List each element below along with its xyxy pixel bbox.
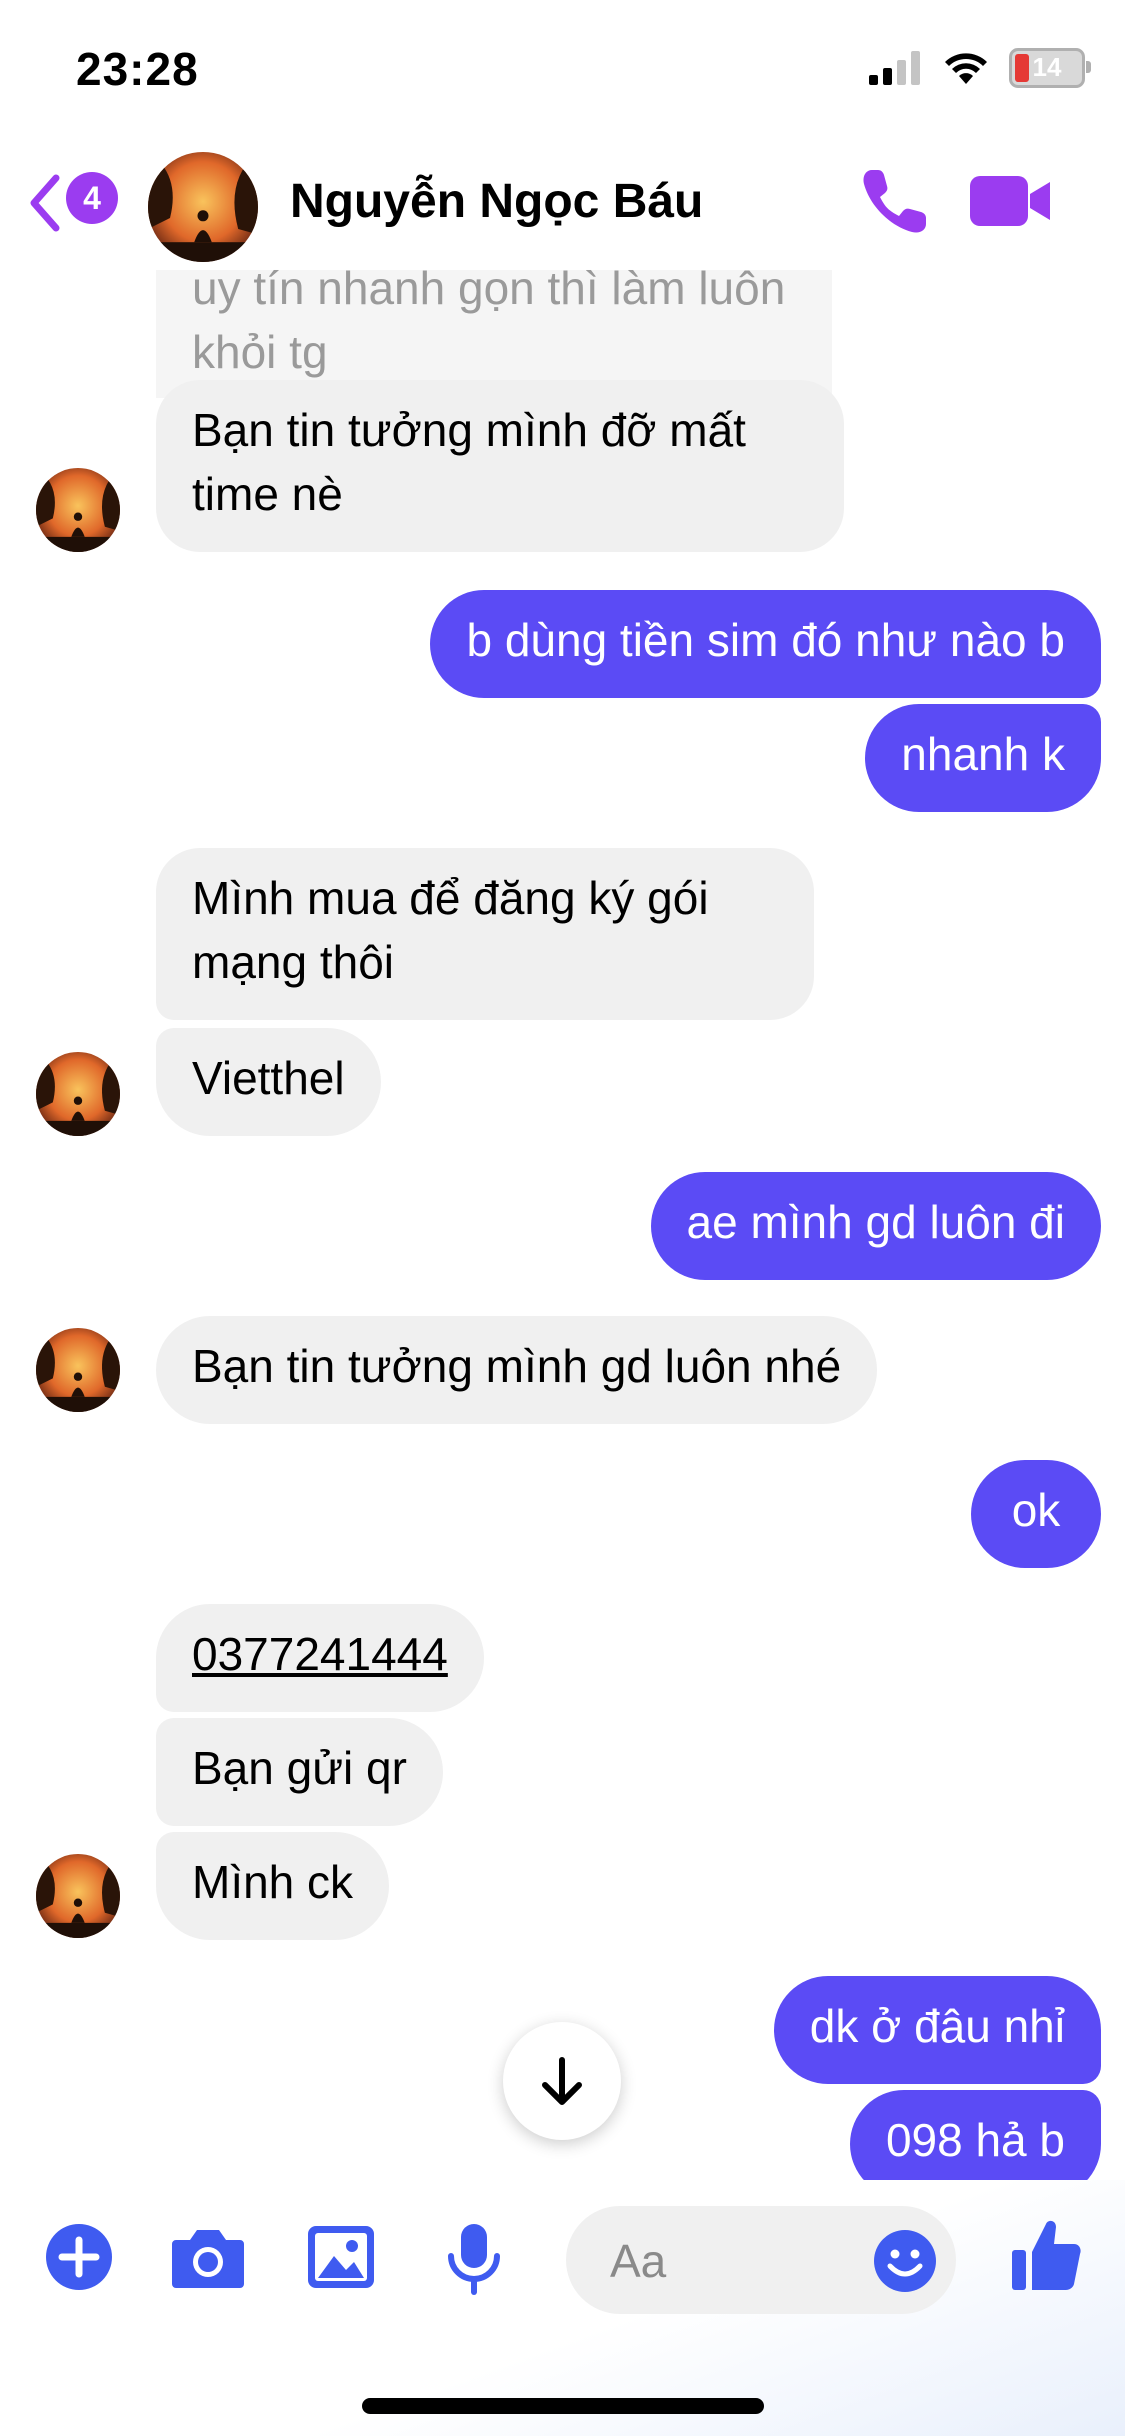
plus-button[interactable] [44, 2222, 114, 2297]
thumbs-up-icon [1012, 2220, 1081, 2290]
message-text: Bạn gửi qr [192, 1742, 407, 1794]
contact-avatar-image [148, 152, 258, 262]
battery-icon: 14 [1009, 48, 1091, 88]
sender-avatar-image [36, 468, 120, 552]
sender-avatar[interactable] [36, 468, 120, 552]
chat-header: 4 Nguyễn Ngọc Báu [0, 140, 1125, 270]
sender-avatar[interactable] [36, 1328, 120, 1412]
sender-avatar-image [36, 1854, 120, 1938]
camera-button[interactable] [170, 2222, 246, 2297]
message-bubble-incoming[interactable]: Bạn tin tưởng mình đỡ mất time nè [156, 380, 844, 552]
message-text: 098 hả b [885, 2114, 1065, 2166]
video-camera-icon [970, 176, 1050, 226]
message-bubble-incoming[interactable]: Bạn gửi qr [156, 1718, 443, 1826]
message-input[interactable]: Aa [566, 2206, 956, 2314]
cellular-signal-icon [869, 51, 920, 85]
message-text: dk ở đâu nhỉ [809, 2000, 1065, 2052]
sender-avatar[interactable] [36, 1854, 120, 1938]
status-icons: 14 [869, 48, 1091, 88]
message-bubble-outgoing[interactable]: nhanh k [865, 704, 1101, 812]
camera-icon [172, 2230, 244, 2288]
message-bubble-incoming[interactable]: Vietthel [156, 1028, 381, 1136]
message-bubble-outgoing[interactable]: dk ở đâu nhỉ [773, 1976, 1101, 2084]
emoji-button[interactable] [872, 2228, 938, 2299]
message-text-line: Bạn tin tưởng mình đỡ mất [192, 404, 746, 456]
message-text-line: mạng thôi [192, 936, 395, 988]
scroll-to-bottom-button[interactable] [503, 2022, 621, 2140]
sender-avatar-image [36, 1328, 120, 1412]
scroll-down-arrow-icon [542, 2057, 582, 2105]
back-chevron-icon [30, 174, 60, 232]
status-bar: 23:28 14 [0, 0, 1125, 140]
message-text: Bạn tin tưởng mình gd luôn nhé [192, 1340, 842, 1392]
contact-avatar[interactable] [148, 152, 258, 262]
unread-count-badge: 4 [66, 172, 118, 224]
message-bubble-outgoing[interactable]: b dùng tiền sim đó như nào b [430, 590, 1101, 698]
message-bubble-incoming[interactable]: Mình ck [156, 1832, 390, 1940]
message-text: b dùng tiền sim đó như nào b [466, 614, 1065, 666]
status-time: 23:28 [76, 43, 199, 95]
message-bubble-outgoing[interactable]: ae mình gd luôn đi [650, 1172, 1101, 1280]
home-indicator [362, 2398, 764, 2414]
phone-icon [863, 170, 926, 233]
message-input-placeholder: Aa [610, 2235, 667, 2287]
message-bubble-incoming[interactable]: Bạn tin tưởng mình gd luôn nhé [156, 1316, 878, 1424]
message-text: ae mình gd luôn đi [686, 1196, 1066, 1248]
gallery-icon [308, 2226, 374, 2288]
message-text-line: time nè [192, 468, 343, 520]
message-text-line: Mình mua để đăng ký gói [192, 872, 709, 924]
battery-level: 14 [1032, 52, 1062, 82]
message-text: ok [1011, 1484, 1061, 1536]
microphone-icon [448, 2224, 500, 2295]
message-text: nhanh k [901, 728, 1065, 780]
phone-number-link[interactable]: 0377241444 [192, 1628, 448, 1680]
like-button[interactable] [1010, 2216, 1082, 2299]
plus-icon [46, 2224, 112, 2290]
gallery-button[interactable] [306, 2222, 376, 2297]
message-bubble-incoming[interactable]: Mình mua để đăng ký gói mạng thôi [156, 848, 814, 1020]
emoji-icon [874, 2230, 936, 2292]
wifi-icon [945, 53, 987, 84]
message-composer: Aa [0, 2180, 1125, 2436]
sender-avatar[interactable] [36, 1052, 120, 1136]
contact-name[interactable]: Nguyễn Ngọc Báu [290, 174, 703, 229]
voice-message-button[interactable] [444, 2222, 504, 2301]
sender-avatar-image [36, 1052, 120, 1136]
message-text: Mình ck [192, 1856, 354, 1908]
voice-call-button[interactable] [858, 164, 932, 238]
message-text-line: khỏi tg [192, 326, 328, 378]
message-bubble-incoming[interactable]: 0377241444 [156, 1604, 484, 1712]
message-bubble-outgoing[interactable]: ok [971, 1460, 1101, 1568]
message-text: Vietthel [192, 1052, 345, 1104]
message-bubble-incoming[interactable]: uy tín nhanh gọn thì làm luôn khỏi tg [156, 250, 832, 398]
video-call-button[interactable] [966, 164, 1056, 238]
